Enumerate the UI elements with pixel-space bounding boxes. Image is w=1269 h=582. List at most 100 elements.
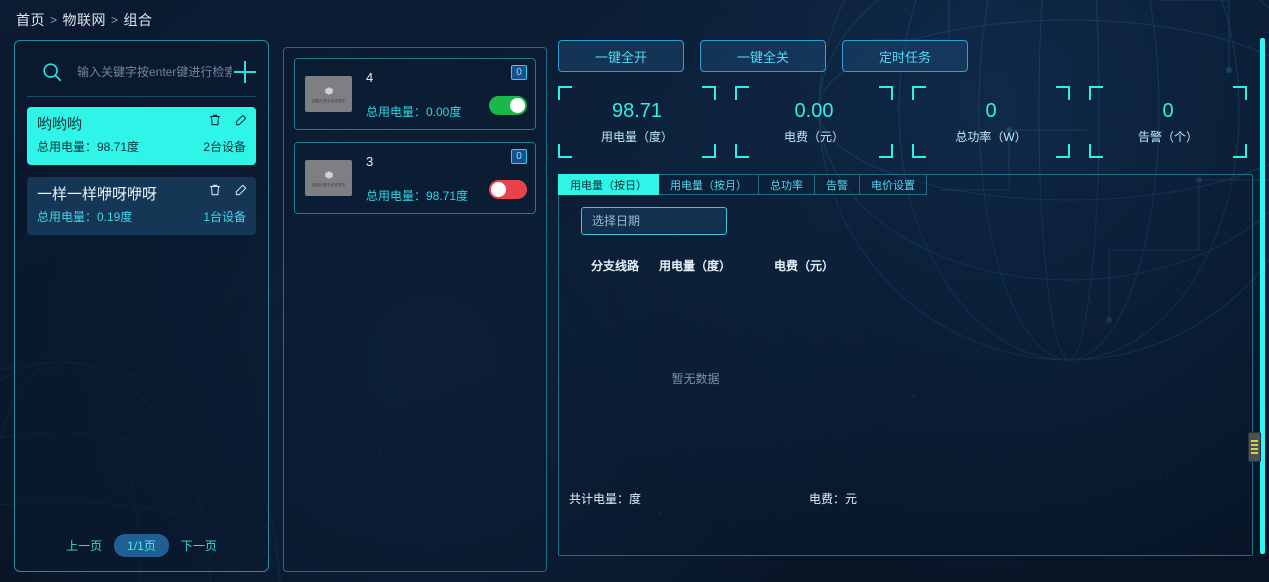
corner-bracket	[912, 86, 926, 100]
next-page-button[interactable]: 下一页	[181, 537, 217, 554]
corner-bracket	[558, 86, 572, 100]
corner-bracket	[558, 144, 572, 158]
grip-line	[1251, 444, 1258, 446]
device-title: 3	[366, 153, 374, 169]
stat-label: 告警（个）	[1137, 129, 1198, 144]
corner-bracket	[1056, 144, 1070, 158]
current-page-indicator[interactable]: 1/1页	[114, 534, 169, 557]
device-power-toggle[interactable]	[489, 180, 527, 199]
search-input[interactable]	[63, 64, 232, 79]
scrollbar-handle[interactable]	[1248, 432, 1261, 462]
prev-page-button[interactable]: 上一页	[66, 537, 102, 554]
stat-value: 0	[1162, 99, 1174, 122]
footer-total-fee: 电费：元	[809, 492, 858, 506]
grip-line	[1251, 448, 1258, 450]
grip-line	[1251, 452, 1258, 454]
toggle-knob	[491, 182, 506, 197]
turn-all-off-button[interactable]: 一键全关	[700, 40, 826, 72]
tab-consumption-monthly[interactable]: 用电量（按月）	[659, 174, 759, 195]
corner-bracket	[879, 86, 893, 100]
corner-bracket	[912, 144, 926, 158]
search-row	[27, 53, 256, 97]
breadcrumb-separator: >	[111, 13, 119, 27]
device-power-toggle[interactable]	[489, 96, 527, 115]
group-sidebar-panel: 哟哟哟 总用电量：98.71度 2台设备 一样一样咿呀咿呀 总用电量：0.19度…	[14, 40, 269, 572]
corner-bracket	[702, 86, 716, 100]
data-tab-panel: 用电量（按日） 用电量（按月） 总功率 告警 电价设置 分支线路 用电量（度） …	[558, 174, 1253, 556]
tab-consumption-daily[interactable]: 用电量（按日）	[558, 174, 659, 195]
group-item-actions	[208, 183, 248, 197]
group-list: 哟哟哟 总用电量：98.71度 2台设备 一样一样咿呀咿呀 总用电量：0.19度…	[27, 107, 256, 515]
group-list-item-1[interactable]: 一样一样咿呀咿呀 总用电量：0.19度 1台设备	[27, 177, 256, 235]
breadcrumb-item-iot[interactable]: 物联网	[63, 10, 107, 30]
plus-icon[interactable]	[232, 59, 258, 85]
group-list-item-0[interactable]: 哟哟哟 总用电量：98.71度 2台设备	[27, 107, 256, 165]
corner-bracket	[735, 144, 749, 158]
date-picker-input[interactable]	[581, 207, 727, 235]
stat-value: 0.00	[794, 99, 834, 122]
trash-icon[interactable]	[208, 113, 222, 127]
thumbnail-caption: 此图片暂不支持预览	[311, 99, 346, 103]
corner-bracket	[1089, 144, 1103, 158]
device-list-panel: 此图片暂不支持预览 4 总用电量：0.00度 0 此图片暂不支持预览 3 总用电…	[283, 47, 547, 572]
scheduled-task-button[interactable]: 定时任务	[842, 40, 968, 72]
grip-line	[1251, 440, 1258, 442]
footer-total-consumption: 共计电量：度	[569, 492, 642, 506]
turn-all-on-button[interactable]: 一键全开	[558, 40, 684, 72]
device-card-1[interactable]: 此图片暂不支持预览 3 总用电量：98.71度 0	[294, 142, 536, 214]
corner-bracket	[735, 86, 749, 100]
toggle-knob	[510, 98, 525, 113]
edit-icon[interactable]	[234, 113, 248, 127]
table-header-fee: 电费（元）	[774, 259, 835, 273]
stat-card-fee: 0.00 电费（元）	[735, 86, 893, 158]
gear-icon	[324, 171, 333, 179]
search-icon	[43, 62, 62, 81]
breadcrumb: 首页 > 物联网 > 组合	[16, 10, 153, 30]
group-item-device-count: 2台设备	[203, 140, 246, 154]
empty-state-text: 暂无数据	[671, 372, 720, 386]
stat-card-consumption: 98.71 用电量（度）	[558, 86, 716, 158]
device-card-0[interactable]: 此图片暂不支持预览 4 总用电量：0.00度 0	[294, 58, 536, 130]
main-content-area: 一键全开 一键全关 定时任务 98.71 用电量（度） 0.00 电费（元） 0	[558, 40, 1253, 574]
table-header-row: 分支线路 用电量（度） 电费（元）	[559, 235, 1252, 274]
table-header-branch: 分支线路	[591, 259, 640, 273]
pagination: 上一页 1/1页 下一页	[15, 534, 268, 557]
corner-bracket	[879, 144, 893, 158]
device-alarm-badge: 0	[511, 65, 527, 80]
corner-bracket	[1233, 86, 1247, 100]
stat-label: 用电量（度）	[600, 129, 673, 144]
corner-bracket	[1233, 144, 1247, 158]
tab-alarm[interactable]: 告警	[815, 174, 860, 195]
group-item-actions	[208, 113, 248, 127]
trash-icon[interactable]	[208, 183, 222, 197]
corner-bracket	[1089, 86, 1103, 100]
device-thumbnail: 此图片暂不支持预览	[305, 160, 352, 196]
gear-icon	[324, 87, 333, 95]
device-alarm-badge: 0	[511, 149, 527, 164]
edit-icon[interactable]	[234, 183, 248, 197]
breadcrumb-separator: >	[50, 13, 58, 27]
stat-value: 0	[985, 99, 997, 122]
device-title: 4	[366, 69, 374, 85]
right-accent-rail	[1260, 38, 1265, 554]
group-item-device-count: 1台设备	[203, 210, 246, 224]
tab-strip: 用电量（按日） 用电量（按月） 总功率 告警 电价设置	[558, 174, 1252, 195]
table-footer-row: 共计电量：度 电费：元	[559, 490, 1252, 507]
stat-label: 总功率（W）	[955, 129, 1027, 144]
thumbnail-caption: 此图片暂不支持预览	[311, 183, 346, 187]
statistics-row: 98.71 用电量（度） 0.00 电费（元） 0 总功率（W） 0 告警（个）	[558, 86, 1253, 158]
corner-bracket	[702, 144, 716, 158]
corner-bracket	[1056, 86, 1070, 100]
breadcrumb-item-home[interactable]: 首页	[16, 10, 45, 30]
device-thumbnail: 此图片暂不支持预览	[305, 76, 352, 112]
stat-label: 电费（元）	[783, 129, 844, 144]
date-filter-row	[559, 195, 1252, 235]
tab-total-power[interactable]: 总功率	[759, 174, 815, 195]
stat-value: 98.71	[611, 99, 663, 122]
stat-card-power: 0 总功率（W）	[912, 86, 1070, 158]
table-header-consumption: 用电量（度）	[659, 259, 732, 273]
action-button-row: 一键全开 一键全关 定时任务	[558, 40, 1253, 72]
tab-price-settings[interactable]: 电价设置	[860, 174, 927, 195]
stat-card-alarm: 0 告警（个）	[1089, 86, 1247, 158]
breadcrumb-item-group[interactable]: 组合	[124, 10, 153, 30]
